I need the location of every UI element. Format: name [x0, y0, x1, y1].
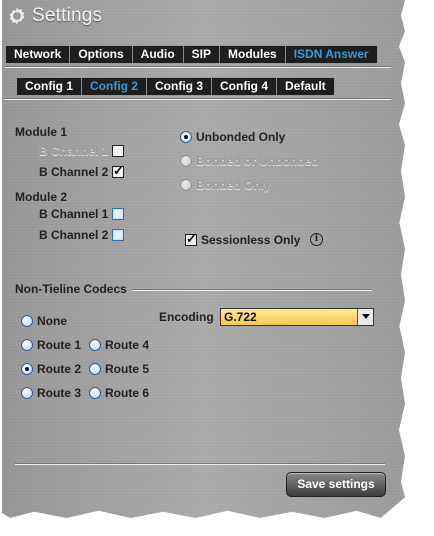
route1-radio[interactable] — [21, 339, 33, 351]
settings-window: Settings Network Options Audio SIP Modul… — [2, 0, 405, 518]
encoding-label: Encoding — [159, 310, 214, 324]
module1-title: Module 1 — [15, 125, 68, 139]
tab-config-1[interactable]: Config 1 — [17, 78, 82, 95]
module2-bchannel1-label: B Channel 1 — [39, 207, 109, 221]
radio-selected-dot — [184, 135, 188, 139]
tab-config-2[interactable]: Config 2 — [82, 78, 147, 95]
info-icon[interactable]: i — [310, 233, 323, 246]
window-title: Settings — [32, 5, 103, 26]
unbonded-only-label: Unbonded Only — [196, 130, 286, 144]
unbonded-only-radio[interactable] — [180, 131, 192, 143]
route-none-label: None — [37, 314, 67, 328]
config-tab-bar: Config 1 Config 2 Config 3 Config 4 Defa… — [16, 77, 335, 96]
route6-radio[interactable] — [89, 387, 101, 399]
route-none-radio[interactable] — [21, 315, 33, 327]
encoding-select[interactable]: G.722 — [220, 308, 374, 326]
sessionless-only-label: Sessionless Only — [201, 233, 301, 247]
window-title-bar: Settings — [6, 3, 102, 29]
bonded-only-radio[interactable] — [180, 179, 192, 191]
tab-options[interactable]: Options — [70, 46, 133, 63]
route3-radio[interactable] — [21, 387, 33, 399]
route3-label: Route 3 — [37, 386, 82, 400]
bonded-or-unbonded-label: Bonded or Unbonded — [196, 154, 319, 168]
main-tab-bar: Network Options Audio SIP Modules ISDN A… — [5, 45, 378, 64]
module2-title: Module 2 — [15, 190, 68, 204]
module2-bchannel1-checkbox[interactable] — [112, 208, 124, 220]
route4-label: Route 4 — [105, 338, 150, 352]
route2-label: Route 2 — [37, 362, 82, 376]
tab-config-4[interactable]: Config 4 — [212, 78, 277, 95]
tab-audio[interactable]: Audio — [133, 46, 184, 63]
route4-radio[interactable] — [89, 339, 101, 351]
chevron-down-icon — [362, 314, 370, 319]
checkmark-icon: ✓ — [113, 163, 124, 178]
module1-bchannel2-label: B Channel 2 — [39, 165, 109, 179]
gear-icon — [8, 6, 26, 26]
route1-label: Route 1 — [37, 338, 82, 352]
encoding-dropdown-button[interactable] — [357, 309, 373, 325]
route5-radio[interactable] — [89, 363, 101, 375]
tab-network[interactable]: Network — [6, 46, 71, 63]
codecs-section-title: Non-Tieline Codecs — [15, 282, 127, 296]
divider — [15, 463, 385, 465]
route6-label: Route 6 — [105, 386, 150, 400]
route2-radio[interactable] — [21, 363, 33, 375]
tab-isdn-answer[interactable]: ISDN Answer — [286, 46, 377, 63]
divider — [5, 66, 391, 68]
module1-bchannel1-checkbox[interactable] — [112, 145, 124, 157]
tab-modules[interactable]: Modules — [220, 46, 286, 63]
checkmark-icon: ✓ — [186, 231, 197, 246]
module2-bchannel2-checkbox[interactable] — [112, 229, 124, 241]
bonded-only-label: Bonded Only — [196, 178, 271, 192]
radio-selected-dot — [25, 367, 29, 371]
module1-bchannel1-label: B Channel 1 — [39, 144, 109, 158]
bonded-or-unbonded-radio[interactable] — [180, 155, 192, 167]
tab-config-3[interactable]: Config 3 — [147, 78, 212, 95]
divider — [132, 289, 372, 291]
module1-bchannel2-checkbox[interactable]: ✓ — [112, 163, 124, 178]
sessionless-only-checkbox[interactable]: ✓ — [185, 231, 197, 246]
tab-sip[interactable]: SIP — [184, 46, 221, 63]
route5-label: Route 5 — [105, 362, 150, 376]
divider — [5, 98, 391, 100]
save-settings-button[interactable]: Save settings — [286, 472, 386, 497]
tab-default[interactable]: Default — [277, 78, 334, 95]
encoding-value: G.722 — [224, 310, 257, 324]
module2-bchannel2-label: B Channel 2 — [39, 228, 109, 242]
